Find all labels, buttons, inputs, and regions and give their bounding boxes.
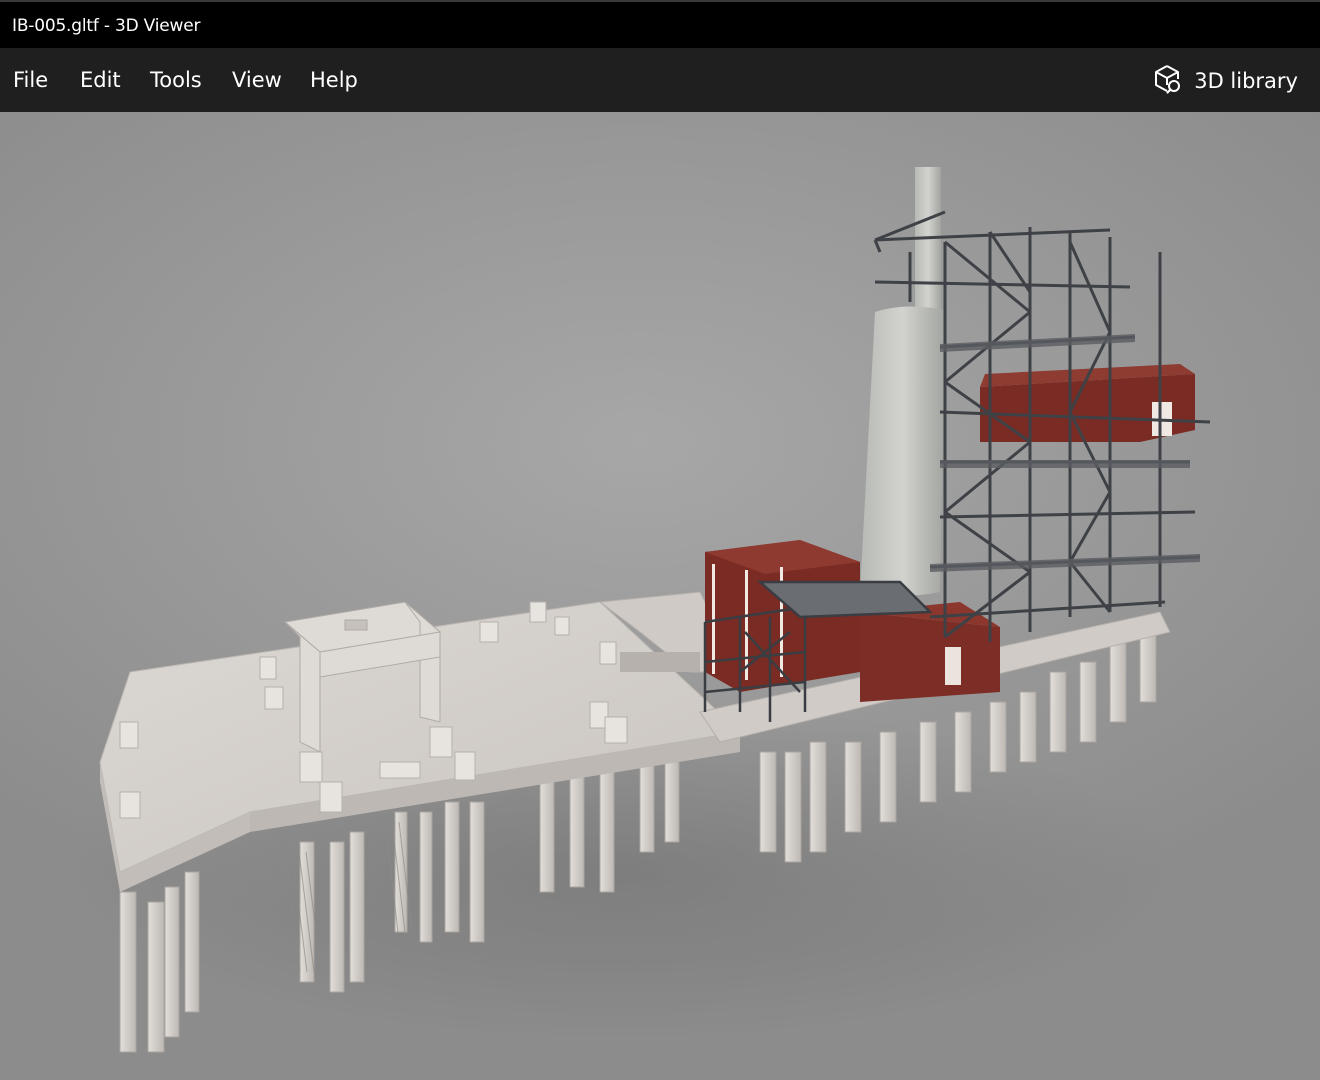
window-title: IB-005.gltf - 3D Viewer	[12, 16, 201, 36]
menu-tools[interactable]: Tools	[150, 68, 202, 92]
title-bar: IB-005.gltf - 3D Viewer	[0, 0, 1320, 48]
3d-library-button[interactable]: 3D library	[1152, 64, 1298, 98]
menu-edit[interactable]: Edit	[80, 68, 121, 92]
menu-bar: File Edit Tools View Help 3D library	[0, 48, 1320, 112]
3d-library-label: 3D library	[1194, 69, 1298, 93]
menu-view[interactable]: View	[232, 68, 282, 92]
menu-file[interactable]: File	[13, 68, 48, 92]
menu-help[interactable]: Help	[310, 68, 358, 92]
3d-viewport[interactable]	[0, 112, 1320, 1080]
3d-cube-search-icon	[1152, 63, 1184, 100]
concrete-stack	[860, 167, 945, 596]
3d-model-render	[60, 167, 1211, 1053]
